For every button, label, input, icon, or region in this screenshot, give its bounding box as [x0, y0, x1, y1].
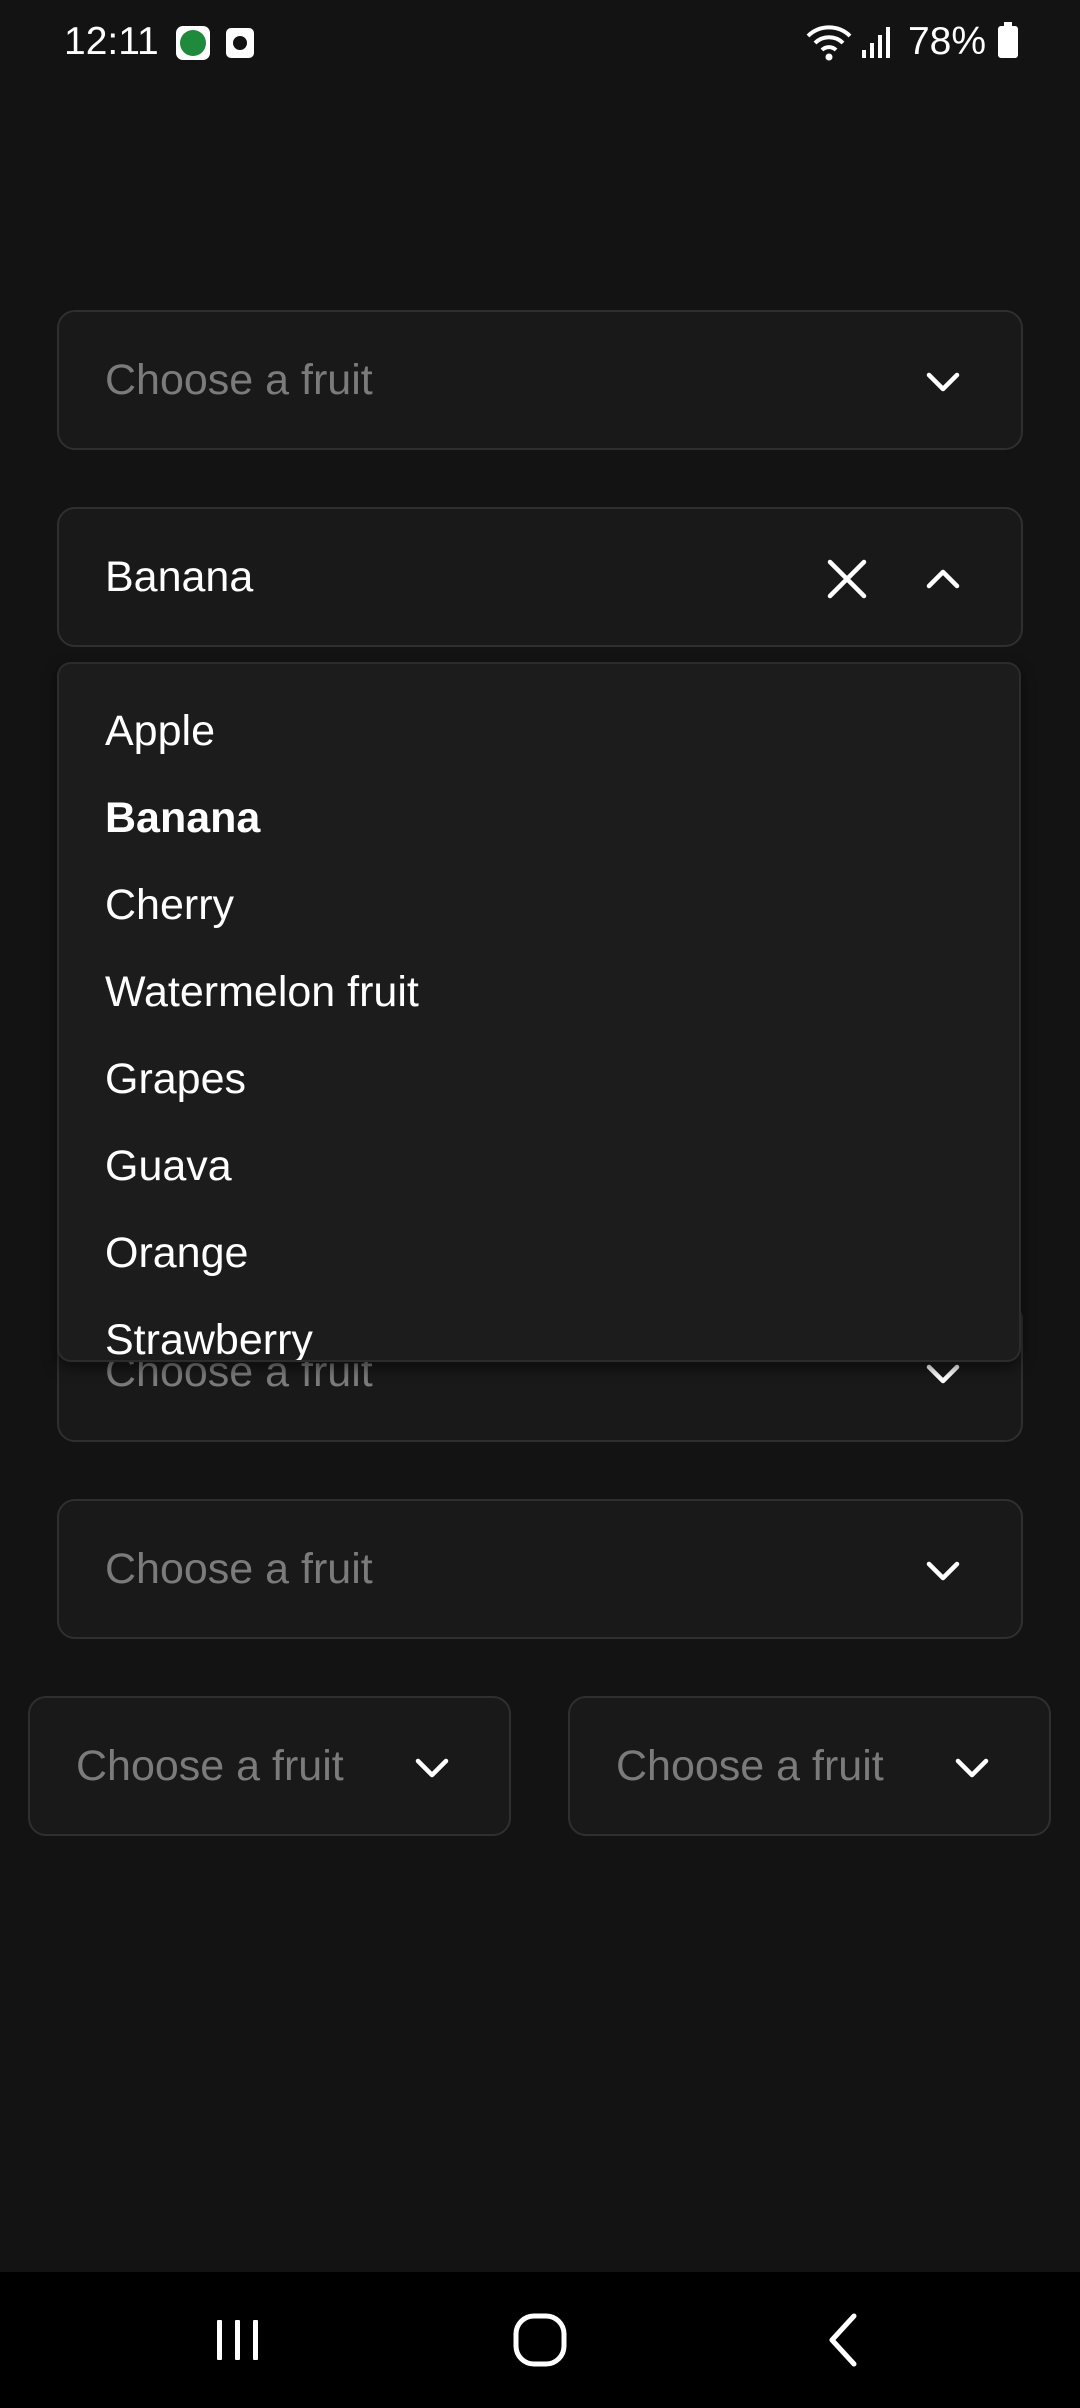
recent-apps-icon[interactable] — [198, 2300, 278, 2380]
battery-percent: 78% — [907, 20, 986, 63]
chevron-down-icon — [415, 1758, 449, 1778]
status-bar: 12:11 78% — [0, 0, 1080, 84]
menu-item-orange[interactable]: Orange — [105, 1210, 248, 1297]
battery-charging-icon — [998, 22, 1018, 58]
fruit-dropdown-6[interactable]: Choose a fruit — [568, 1696, 1051, 1836]
dropdown-placeholder: Choose a fruit — [105, 1545, 373, 1593]
fruit-dropdown-5[interactable]: Choose a fruit — [28, 1696, 511, 1836]
navigation-bar — [0, 2272, 1080, 2408]
chevron-down-icon — [926, 1561, 960, 1581]
status-right: 78% — [806, 18, 1018, 66]
wifi-icon — [806, 25, 852, 61]
menu-item-guava[interactable]: Guava — [105, 1123, 232, 1210]
menu-item-apple[interactable]: Apple — [105, 688, 215, 775]
signal-icon — [861, 27, 890, 58]
fruit-options-menu: Apple Banana Cherry Watermelon fruit Gra… — [57, 662, 1021, 1362]
menu-item-banana[interactable]: Banana — [105, 775, 260, 862]
dropdown-placeholder: Choose a fruit — [105, 356, 373, 404]
dropdown-placeholder: Choose a fruit — [76, 1742, 344, 1790]
home-icon[interactable] — [500, 2300, 580, 2380]
fruit-dropdown-1[interactable]: Choose a fruit — [57, 310, 1023, 450]
fruit-dropdown-2[interactable]: Banana — [57, 507, 1023, 647]
chevron-down-icon — [926, 372, 960, 392]
fruit-dropdown-4[interactable]: Choose a fruit — [57, 1499, 1023, 1639]
back-icon[interactable] — [804, 2300, 884, 2380]
menu-item-strawberry[interactable]: Strawberry — [105, 1297, 313, 1360]
chevron-up-icon[interactable] — [923, 559, 963, 599]
close-icon[interactable] — [825, 557, 869, 601]
chevron-down-icon — [955, 1758, 989, 1778]
clock-app-icon — [226, 28, 254, 58]
dropdown-selected-value: Banana — [105, 553, 254, 601]
status-time: 12:11 — [64, 20, 159, 63]
dropdown-placeholder: Choose a fruit — [616, 1742, 884, 1790]
menu-item-grapes[interactable]: Grapes — [105, 1036, 246, 1123]
menu-item-cherry[interactable]: Cherry — [105, 862, 234, 949]
screen: 12:11 78% Choose a fruit Banana Choose a… — [0, 0, 1080, 2408]
menu-item-watermelon-fruit[interactable]: Watermelon fruit — [105, 949, 419, 1036]
wb-app-icon — [176, 26, 210, 60]
